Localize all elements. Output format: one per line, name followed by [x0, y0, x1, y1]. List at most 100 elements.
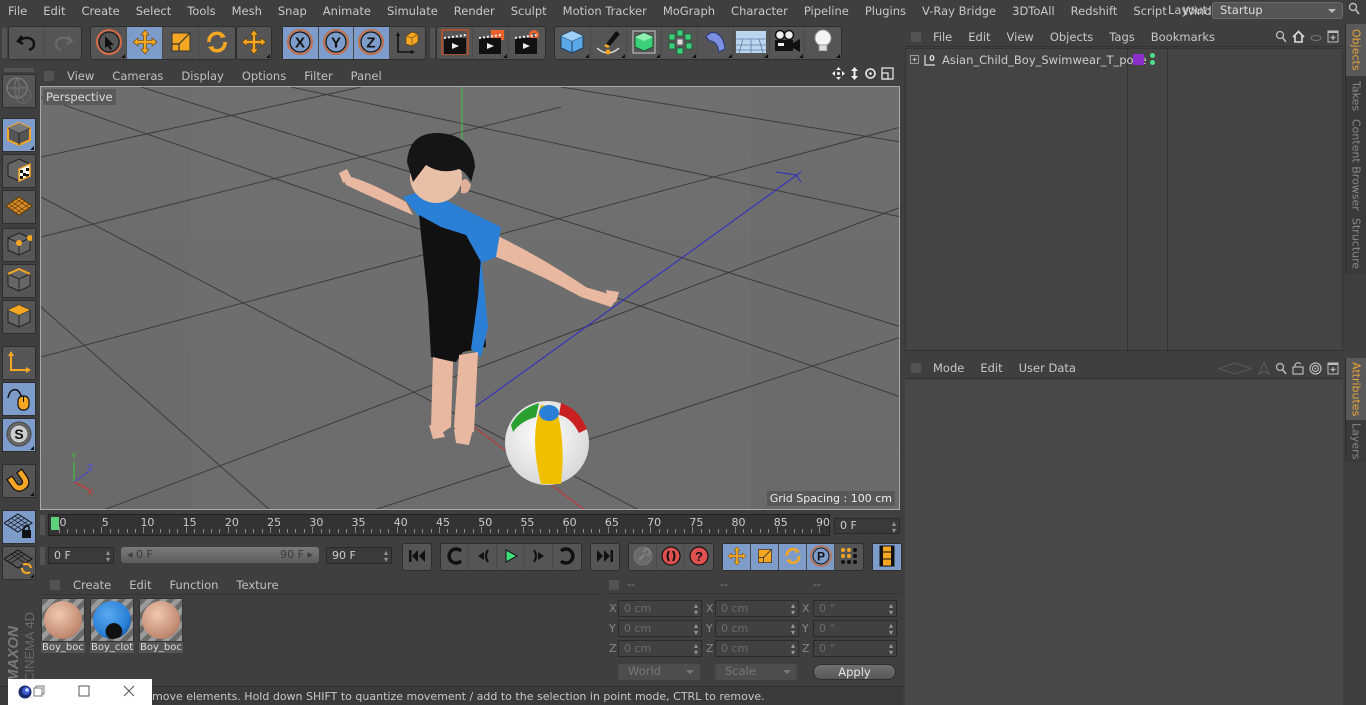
spinner-icon[interactable]: ▴ ▾: [791, 602, 795, 617]
next-frame-button[interactable]: [525, 544, 553, 570]
light-button[interactable]: [805, 27, 841, 59]
rotate-view-icon[interactable]: [864, 67, 877, 84]
panel-grip[interactable]: [609, 580, 619, 590]
timeline-grip[interactable]: [40, 515, 45, 535]
material-item[interactable]: Boy_boc: [41, 598, 85, 656]
home-icon[interactable]: [1292, 30, 1305, 46]
beach-ball[interactable]: [505, 401, 589, 485]
playback-grip[interactable]: [40, 547, 45, 565]
filter-icon[interactable]: [1310, 32, 1322, 45]
target-icon[interactable]: [1309, 361, 1322, 378]
snap-button[interactable]: [2, 464, 36, 498]
size-y-field[interactable]: 0 cm ▴ ▾: [715, 620, 799, 637]
menu-sculpt[interactable]: Sculpt: [503, 0, 555, 22]
menu-mograph[interactable]: MoGraph: [655, 0, 723, 22]
go-to-end-button[interactable]: [591, 544, 619, 570]
menu-simulate[interactable]: Simulate: [379, 0, 446, 22]
axis-mode-button[interactable]: [2, 346, 36, 380]
viewport-menu-cameras[interactable]: Cameras: [103, 69, 172, 83]
om-menu-file[interactable]: File: [925, 30, 960, 44]
zoom-view-icon[interactable]: [849, 67, 860, 84]
material-menu-function[interactable]: Function: [161, 578, 228, 592]
panel-grip[interactable]: [50, 579, 60, 590]
spinner-icon[interactable]: ▴ ▾: [889, 622, 893, 637]
render-settings-button[interactable]: [509, 27, 545, 59]
playhead[interactable]: [51, 517, 59, 530]
om-menu-edit[interactable]: Edit: [960, 30, 998, 44]
menu-edit[interactable]: Edit: [35, 0, 73, 22]
apply-button[interactable]: Apply: [813, 664, 896, 680]
lock-workplane-button[interactable]: [2, 510, 36, 544]
edges-mode-button[interactable]: [2, 264, 36, 298]
menu-plugins[interactable]: Plugins: [857, 0, 914, 22]
viewport-menu-filter[interactable]: Filter: [295, 69, 341, 83]
spinner-icon[interactable]: ▴ ▾: [791, 622, 795, 637]
menu-select[interactable]: Select: [128, 0, 179, 22]
spinner-icon[interactable]: ▴ ▾: [889, 602, 893, 617]
spinner-icon[interactable]: ▴ ▾: [694, 602, 698, 617]
tab-structure[interactable]: Structure: [1345, 214, 1366, 274]
make-editable-button[interactable]: [2, 74, 36, 108]
scale-button[interactable]: [163, 27, 199, 59]
render-picture-viewer-button[interactable]: [473, 27, 509, 59]
tab-attributes[interactable]: Attributes: [1345, 358, 1366, 420]
editor-visibility-dot[interactable]: [1150, 53, 1155, 58]
coord-system-button[interactable]: [390, 27, 425, 59]
menu-redshift[interactable]: Redshift: [1063, 0, 1126, 22]
expand-icon[interactable]: [910, 54, 920, 68]
material-item[interactable]: Boy_boc: [139, 598, 183, 656]
material-menu-create[interactable]: Create: [64, 578, 120, 592]
attr-menu-mode[interactable]: Mode: [925, 361, 972, 375]
next-keyframe-button[interactable]: [553, 544, 581, 570]
spinner-icon[interactable]: ▴ ▾: [106, 549, 110, 564]
search-icon[interactable]: [1275, 30, 1287, 46]
object-row[interactable]: 0 Asian_Child_Boy_Swimwear_T_pose: [906, 50, 1342, 70]
deformer-button[interactable]: [698, 27, 734, 59]
material-menu-texture[interactable]: Texture: [227, 578, 287, 592]
toolbar-grip[interactable]: [2, 28, 7, 58]
up-arrow-icon[interactable]: [1257, 360, 1271, 378]
new-view-icon[interactable]: [1327, 30, 1339, 46]
tab-layers[interactable]: Layers: [1345, 420, 1366, 462]
y-axis-button[interactable]: Y: [318, 27, 354, 59]
object-name[interactable]: Asian_Child_Boy_Swimwear_T_pose: [942, 53, 1147, 67]
menu-create[interactable]: Create: [74, 0, 128, 22]
autokey-button[interactable]: [657, 544, 685, 570]
previous-frame-button[interactable]: [469, 544, 497, 570]
viewport-menu-panel[interactable]: Panel: [342, 69, 391, 83]
layer-color-swatch[interactable]: [1133, 54, 1144, 65]
viewport-menu-view[interactable]: View: [58, 69, 103, 83]
floor-button[interactable]: [734, 27, 770, 59]
viewport-perspective[interactable]: Perspective Y Z X Grid Spacing : 100 cm: [40, 86, 900, 510]
spinner-icon[interactable]: ▴ ▾: [694, 622, 698, 637]
camera-label[interactable]: Perspective: [43, 89, 116, 105]
om-menu-objects[interactable]: Objects: [1042, 30, 1101, 44]
cloner-button[interactable]: [662, 27, 698, 59]
toolbar-grip[interactable]: [4, 68, 34, 72]
om-menu-bookmarks[interactable]: Bookmarks: [1143, 30, 1223, 44]
position-z-field[interactable]: 0 cm ▴ ▾: [618, 640, 702, 657]
workplane-mode-button[interactable]: [2, 190, 36, 224]
position-track-button[interactable]: [723, 544, 751, 570]
material-menu-edit[interactable]: Edit: [120, 578, 160, 592]
scale-track-button[interactable]: [751, 544, 779, 570]
timeline-window-button[interactable]: [873, 544, 901, 570]
texture-mode-button[interactable]: [2, 154, 36, 188]
spinner-icon[interactable]: ▴ ▾: [384, 549, 388, 564]
search-icon[interactable]: [1275, 362, 1287, 378]
viewport-menu-display[interactable]: Display: [172, 69, 232, 83]
solo-button[interactable]: S: [2, 418, 36, 452]
redo-button[interactable]: [45, 27, 81, 59]
attr-menu-edit[interactable]: Edit: [972, 361, 1010, 375]
menu-motion-tracker[interactable]: Motion Tracker: [555, 0, 655, 22]
menu-character[interactable]: Character: [723, 0, 796, 22]
viewport-menu-options[interactable]: Options: [233, 69, 295, 83]
current-frame-field[interactable]: 0 F ▴ ▾: [834, 518, 900, 535]
spinner-icon[interactable]: ▴ ▾: [889, 642, 893, 657]
close-icon[interactable]: [123, 685, 135, 700]
pla-track-button[interactable]: [835, 544, 863, 570]
rotation-h-field[interactable]: 0 ° ▴ ▾: [813, 600, 897, 617]
toolbar-grip[interactable]: [430, 28, 435, 58]
position-y-field[interactable]: 0 cm ▴ ▾: [618, 620, 702, 637]
play-button[interactable]: [497, 544, 525, 570]
